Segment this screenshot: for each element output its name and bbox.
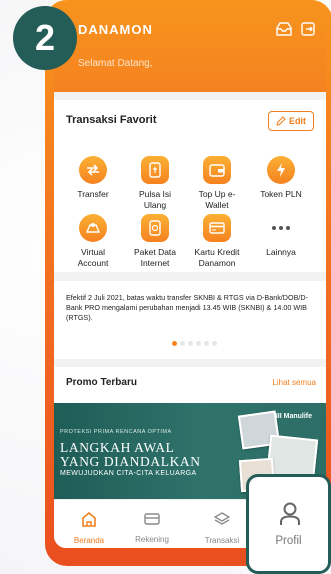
favorite-transactions-card: Transaksi Favorit Edit Transfer Pulsa Is… [54, 100, 326, 272]
manulife-logo: III Manulife [276, 413, 312, 420]
favorite-item-virtual-account[interactable]: Virtual Account [58, 214, 128, 269]
nav-label-beranda: Beranda [73, 536, 105, 545]
data-package-icon [141, 214, 169, 242]
greeting-text: Selamat Datang, [78, 58, 153, 69]
promo-header: Promo Terbaru Lihat semua [54, 367, 326, 403]
favorite-item-label: Lainnya [266, 247, 296, 257]
card-icon [144, 513, 160, 525]
pager-dot[interactable] [180, 341, 185, 346]
pager-dot[interactable] [212, 341, 217, 346]
notice-text: Efektif 2 Juli 2021, batas waktu transfe… [66, 293, 308, 322]
banner-headline-line2: YANG DIANDALKAN [60, 454, 201, 469]
more-icon [267, 214, 295, 242]
inbox-icon[interactable] [276, 22, 292, 36]
favorite-item-lainnya[interactable]: Lainnya [246, 214, 316, 258]
app-screen: DANAMON Selamat Datang, Transaksi Favori… [54, 0, 326, 548]
banner-small-text: PROTEKSI PRIMA RENCANA OPTIMA [60, 429, 172, 435]
edit-icon [276, 116, 286, 126]
manulife-brand: Manulife [283, 413, 312, 420]
favorite-item-label: Pulsa Isi Ulang [138, 189, 172, 210]
favorite-item-token-pln[interactable]: Token PLN [246, 156, 316, 200]
person-icon [280, 502, 300, 525]
nav-item-rekening[interactable]: Rekening [122, 512, 182, 544]
banner-headline-line1: LANGKAH AWAL [60, 440, 175, 455]
phone-credit-icon [141, 156, 169, 184]
favorite-item-paket-data[interactable]: Paket Data Internet [120, 214, 190, 269]
nav-item-transaksi[interactable]: Transaksi [192, 512, 252, 545]
layers-icon [213, 512, 231, 525]
virtual-account-icon [79, 214, 107, 242]
brand-name: DANAMON [78, 22, 153, 37]
transfer-icon [79, 156, 107, 184]
manulife-mark-icon: III [275, 413, 284, 420]
banner-headline: LANGKAH AWAL YANG DIANDALKAN [60, 441, 201, 469]
edit-label: Edit [289, 116, 306, 126]
favorite-item-kartu-kredit[interactable]: Kartu Kredit Danamon [182, 214, 252, 269]
profil-nav-highlight[interactable]: Profil [246, 474, 331, 574]
favorite-item-label: Token PLN [260, 189, 302, 199]
banner-subtitle: MEWUJUDKAN CITA-CITA KELUARGA [60, 470, 197, 477]
pager-dot-active[interactable] [172, 341, 177, 346]
pager-dot[interactable] [188, 341, 193, 346]
notice-card[interactable]: Efektif 2 Juli 2021, batas waktu transfe… [54, 281, 326, 359]
favorite-item-transfer[interactable]: Transfer [58, 156, 128, 200]
nav-label-transaksi: Transaksi [204, 536, 240, 545]
see-all-promo-link[interactable]: Lihat semua [272, 378, 316, 387]
pager-dot[interactable] [204, 341, 209, 346]
favorite-item-ewallet[interactable]: Top Up e-Wallet [182, 156, 252, 211]
lightning-icon [267, 156, 295, 184]
favorite-item-label: Top Up e-Wallet [198, 189, 236, 210]
nav-item-beranda[interactable]: Beranda [59, 511, 119, 545]
credit-card-icon [203, 214, 231, 242]
favorite-item-pulsa[interactable]: Pulsa Isi Ulang [120, 156, 190, 211]
favorite-item-label: Virtual Account [77, 247, 109, 268]
favorite-item-label: Transfer [77, 189, 109, 199]
carousel-pager [172, 341, 217, 346]
promo-title: Promo Terbaru [66, 377, 137, 388]
favorite-item-label: Kartu Kredit Danamon [194, 247, 240, 268]
logout-icon[interactable] [300, 22, 316, 36]
step-number-badge: 2 [13, 6, 77, 70]
favorite-item-label: Paket Data Internet [133, 247, 177, 268]
home-icon [82, 511, 96, 527]
wallet-icon [203, 156, 231, 184]
profil-label: Profil [275, 535, 302, 547]
favorites-title: Transaksi Favorit [66, 114, 157, 126]
app-header: DANAMON Selamat Datang, [54, 0, 326, 92]
pager-dot[interactable] [196, 341, 201, 346]
edit-favorites-button[interactable]: Edit [268, 111, 314, 131]
nav-label-rekening: Rekening [135, 535, 169, 544]
